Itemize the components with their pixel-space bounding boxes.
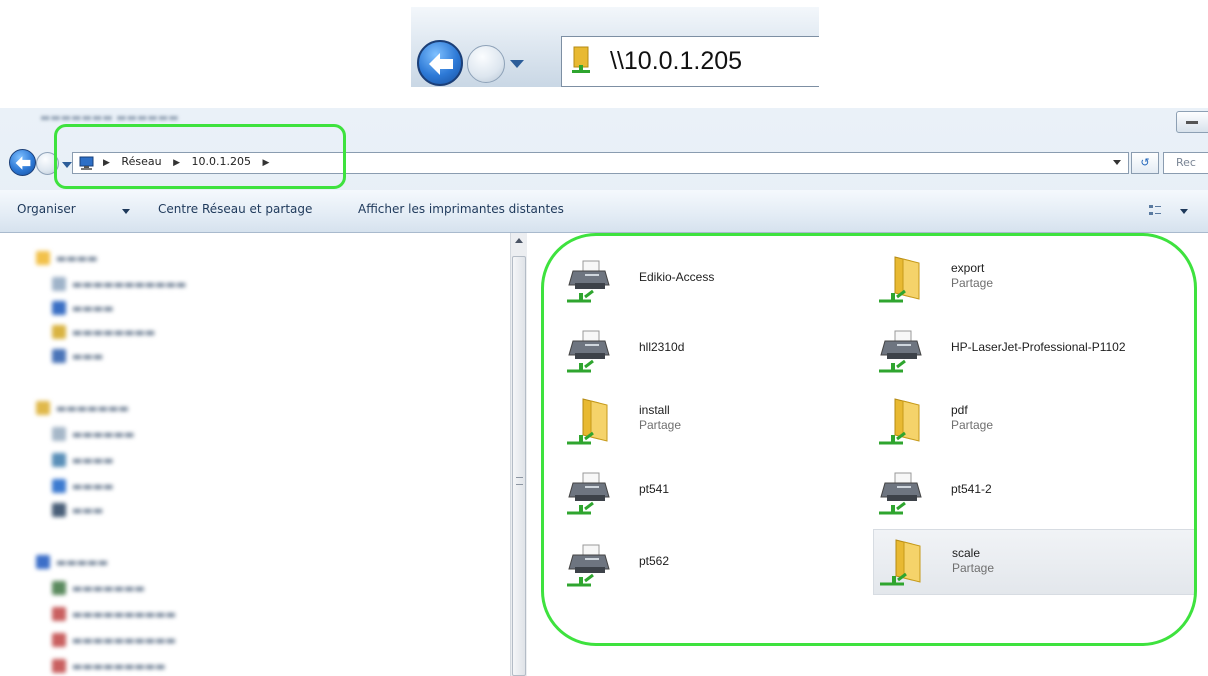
- navigation-pane: ▬▬▬▬ ▬▬▬▬▬▬▬▬▬▬▬ ▬▬▬▬ ▬▬▬▬▬▬▬▬ ▬▬▬ ▬▬▬▬▬…: [0, 233, 510, 676]
- blurred-title-text: ▬▬▬▬▬▬▬ ▬▬▬▬▬▬: [40, 111, 179, 124]
- images-icon: [52, 453, 66, 467]
- nav-item-blurred[interactable]: ▬▬▬▬▬▬▬▬: [52, 325, 202, 339]
- search-input[interactable]: Rec: [1163, 152, 1208, 174]
- nav-item-blurred[interactable]: ▬▬▬▬: [52, 301, 142, 315]
- address-field[interactable]: \\10.0.1.205: [561, 36, 819, 87]
- recent-icon: [52, 349, 66, 363]
- library-icon: [36, 401, 50, 415]
- folder-icon: [52, 277, 66, 291]
- computer-icon: [36, 555, 50, 569]
- nav-item-blurred[interactable]: ▬▬▬▬▬▬▬▬▬: [52, 659, 222, 673]
- minimize-button[interactable]: [1176, 111, 1208, 133]
- music-icon: [52, 479, 66, 493]
- desktop-icon: [52, 301, 66, 315]
- nav-scrollbar[interactable]: [510, 233, 527, 676]
- scroll-up-icon[interactable]: [515, 238, 523, 243]
- nav-item-blurred[interactable]: ▬▬▬▬▬▬▬▬▬▬: [52, 633, 232, 647]
- scrollbar-thumb[interactable]: [512, 256, 526, 676]
- nav-item-blurred[interactable]: ▬▬▬▬: [52, 479, 152, 493]
- history-dropdown-button[interactable]: [510, 60, 524, 68]
- view-options-icon[interactable]: [1148, 203, 1162, 217]
- grip-icon: [516, 477, 523, 485]
- back-arrow-icon: [429, 53, 453, 75]
- back-arrow-icon: [15, 156, 31, 170]
- network-drive-icon: [52, 633, 66, 647]
- organize-menu[interactable]: Organiser: [17, 202, 76, 216]
- address-text: \\10.0.1.205: [610, 47, 743, 75]
- nav-item-blurred[interactable]: ▬▬▬▬▬▬: [52, 427, 172, 441]
- command-bar: Organiser Centre Réseau et partage Affic…: [0, 190, 1208, 233]
- refresh-button[interactable]: ↺: [1131, 152, 1159, 174]
- star-icon: [36, 251, 50, 265]
- nav-item-blurred[interactable]: ▬▬▬▬: [36, 251, 116, 265]
- chevron-down-icon[interactable]: [122, 209, 130, 214]
- chevron-down-icon[interactable]: [1180, 209, 1188, 214]
- nav-item-blurred[interactable]: ▬▬▬▬▬▬▬: [52, 581, 192, 595]
- explorer-window: ▬▬▬▬▬▬▬ ▬▬▬▬▬▬ ▶ Réseau ▶ 10.0.1.205 ▶ ↺…: [0, 108, 1208, 676]
- nav-item-blurred[interactable]: ▬▬▬▬▬▬▬▬▬▬: [52, 607, 232, 621]
- nav-item-blurred[interactable]: ▬▬▬▬: [52, 453, 142, 467]
- address-dropdown-icon[interactable]: [1113, 160, 1121, 165]
- address-bar-zoom-inset: \\10.0.1.205: [411, 7, 819, 87]
- documents-icon: [52, 427, 66, 441]
- back-button[interactable]: [9, 149, 36, 176]
- network-share-icon: [572, 46, 590, 73]
- nav-item-blurred[interactable]: ▬▬▬: [52, 349, 132, 363]
- network-center-button[interactable]: Centre Réseau et partage: [158, 202, 312, 216]
- content-highlight-annotation: [541, 233, 1197, 646]
- drive-icon: [52, 581, 66, 595]
- nav-item-blurred[interactable]: ▬▬▬▬▬▬▬: [36, 401, 176, 415]
- videos-icon: [52, 503, 66, 517]
- network-drive-icon: [52, 659, 66, 673]
- download-icon: [52, 325, 66, 339]
- forward-button[interactable]: [467, 45, 505, 83]
- network-drive-icon: [52, 607, 66, 621]
- address-highlight-annotation: [54, 124, 346, 189]
- remote-printers-button[interactable]: Afficher les imprimantes distantes: [358, 202, 564, 216]
- refresh-icon: ↺: [1140, 156, 1150, 169]
- back-button[interactable]: [417, 40, 463, 86]
- nav-item-blurred[interactable]: ▬▬▬▬▬: [36, 555, 146, 569]
- nav-item-blurred[interactable]: ▬▬▬: [52, 503, 132, 517]
- nav-item-blurred[interactable]: ▬▬▬▬▬▬▬▬▬▬▬: [52, 277, 222, 291]
